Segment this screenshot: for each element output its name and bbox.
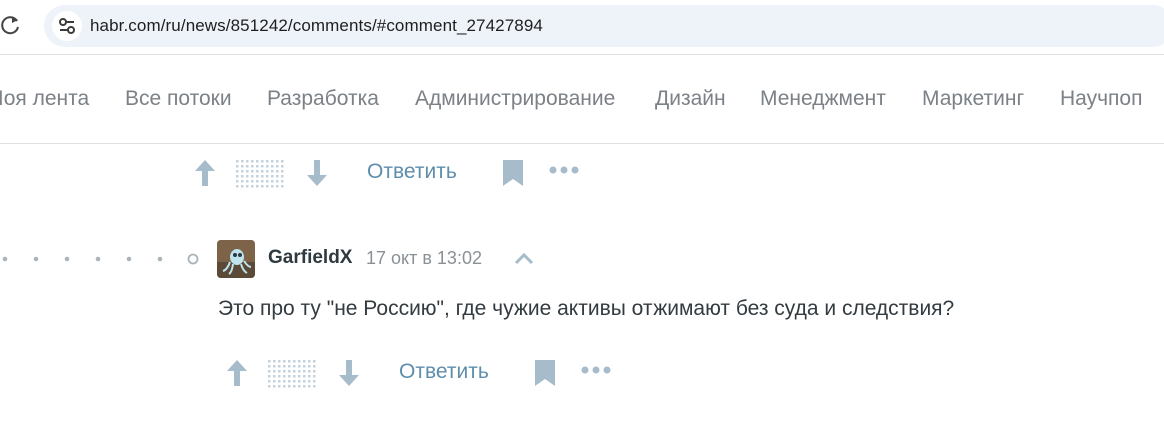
more-icon[interactable] (580, 364, 612, 376)
nav-item-design[interactable]: Дизайн (655, 87, 726, 111)
url-text[interactable]: habr.com/ru/news/851242/comments/#commen… (90, 16, 543, 36)
flows-nav: Моя лента Все потоки Разработка Админист… (0, 55, 1164, 144)
bookmark-icon[interactable] (501, 158, 525, 188)
nav-item-popsci[interactable]: Научпоп (1060, 87, 1142, 111)
comment-actions: Ответить (222, 352, 622, 392)
comment-author[interactable]: GarfieldX (268, 247, 352, 269)
score-hidden-icon (268, 360, 318, 388)
upvote-icon[interactable] (193, 158, 217, 188)
avatar-image-icon (217, 240, 255, 278)
reply-button[interactable]: Ответить (367, 160, 457, 184)
downvote-icon[interactable] (337, 358, 361, 388)
nav-item-management[interactable]: Менеджмент (760, 87, 886, 111)
score-hidden-icon (236, 160, 286, 188)
address-bar[interactable]: habr.com/ru/news/851242/comments/#commen… (44, 5, 1164, 47)
nav-item-development[interactable]: Разработка (267, 87, 379, 111)
nav-item-my-feed[interactable]: Моя лента (0, 87, 89, 111)
reload-icon[interactable] (0, 14, 22, 36)
bookmark-icon[interactable] (533, 358, 557, 388)
downvote-icon[interactable] (305, 158, 329, 188)
nav-item-marketing[interactable]: Маркетинг (922, 87, 1024, 111)
reply-button[interactable]: Ответить (399, 360, 489, 384)
comment-date[interactable]: 17 окт в 13:02 (366, 248, 482, 269)
site-info-button[interactable] (52, 11, 82, 41)
browser-toolbar: habr.com/ru/news/851242/comments/#commen… (0, 0, 1164, 55)
comment-actions-previous: Ответить (190, 152, 590, 192)
thread-depth-indicator (2, 253, 199, 265)
nav-item-all-flows[interactable]: Все потоки (125, 87, 232, 111)
tune-icon (59, 18, 75, 34)
chevron-up-icon[interactable] (512, 249, 536, 267)
nav-item-administration[interactable]: Администрирование (415, 87, 615, 111)
comment-body: Это про ту "не Россию", где чужие активы… (218, 297, 955, 320)
upvote-icon[interactable] (225, 358, 249, 388)
more-icon[interactable] (548, 164, 580, 176)
avatar[interactable] (217, 240, 255, 278)
